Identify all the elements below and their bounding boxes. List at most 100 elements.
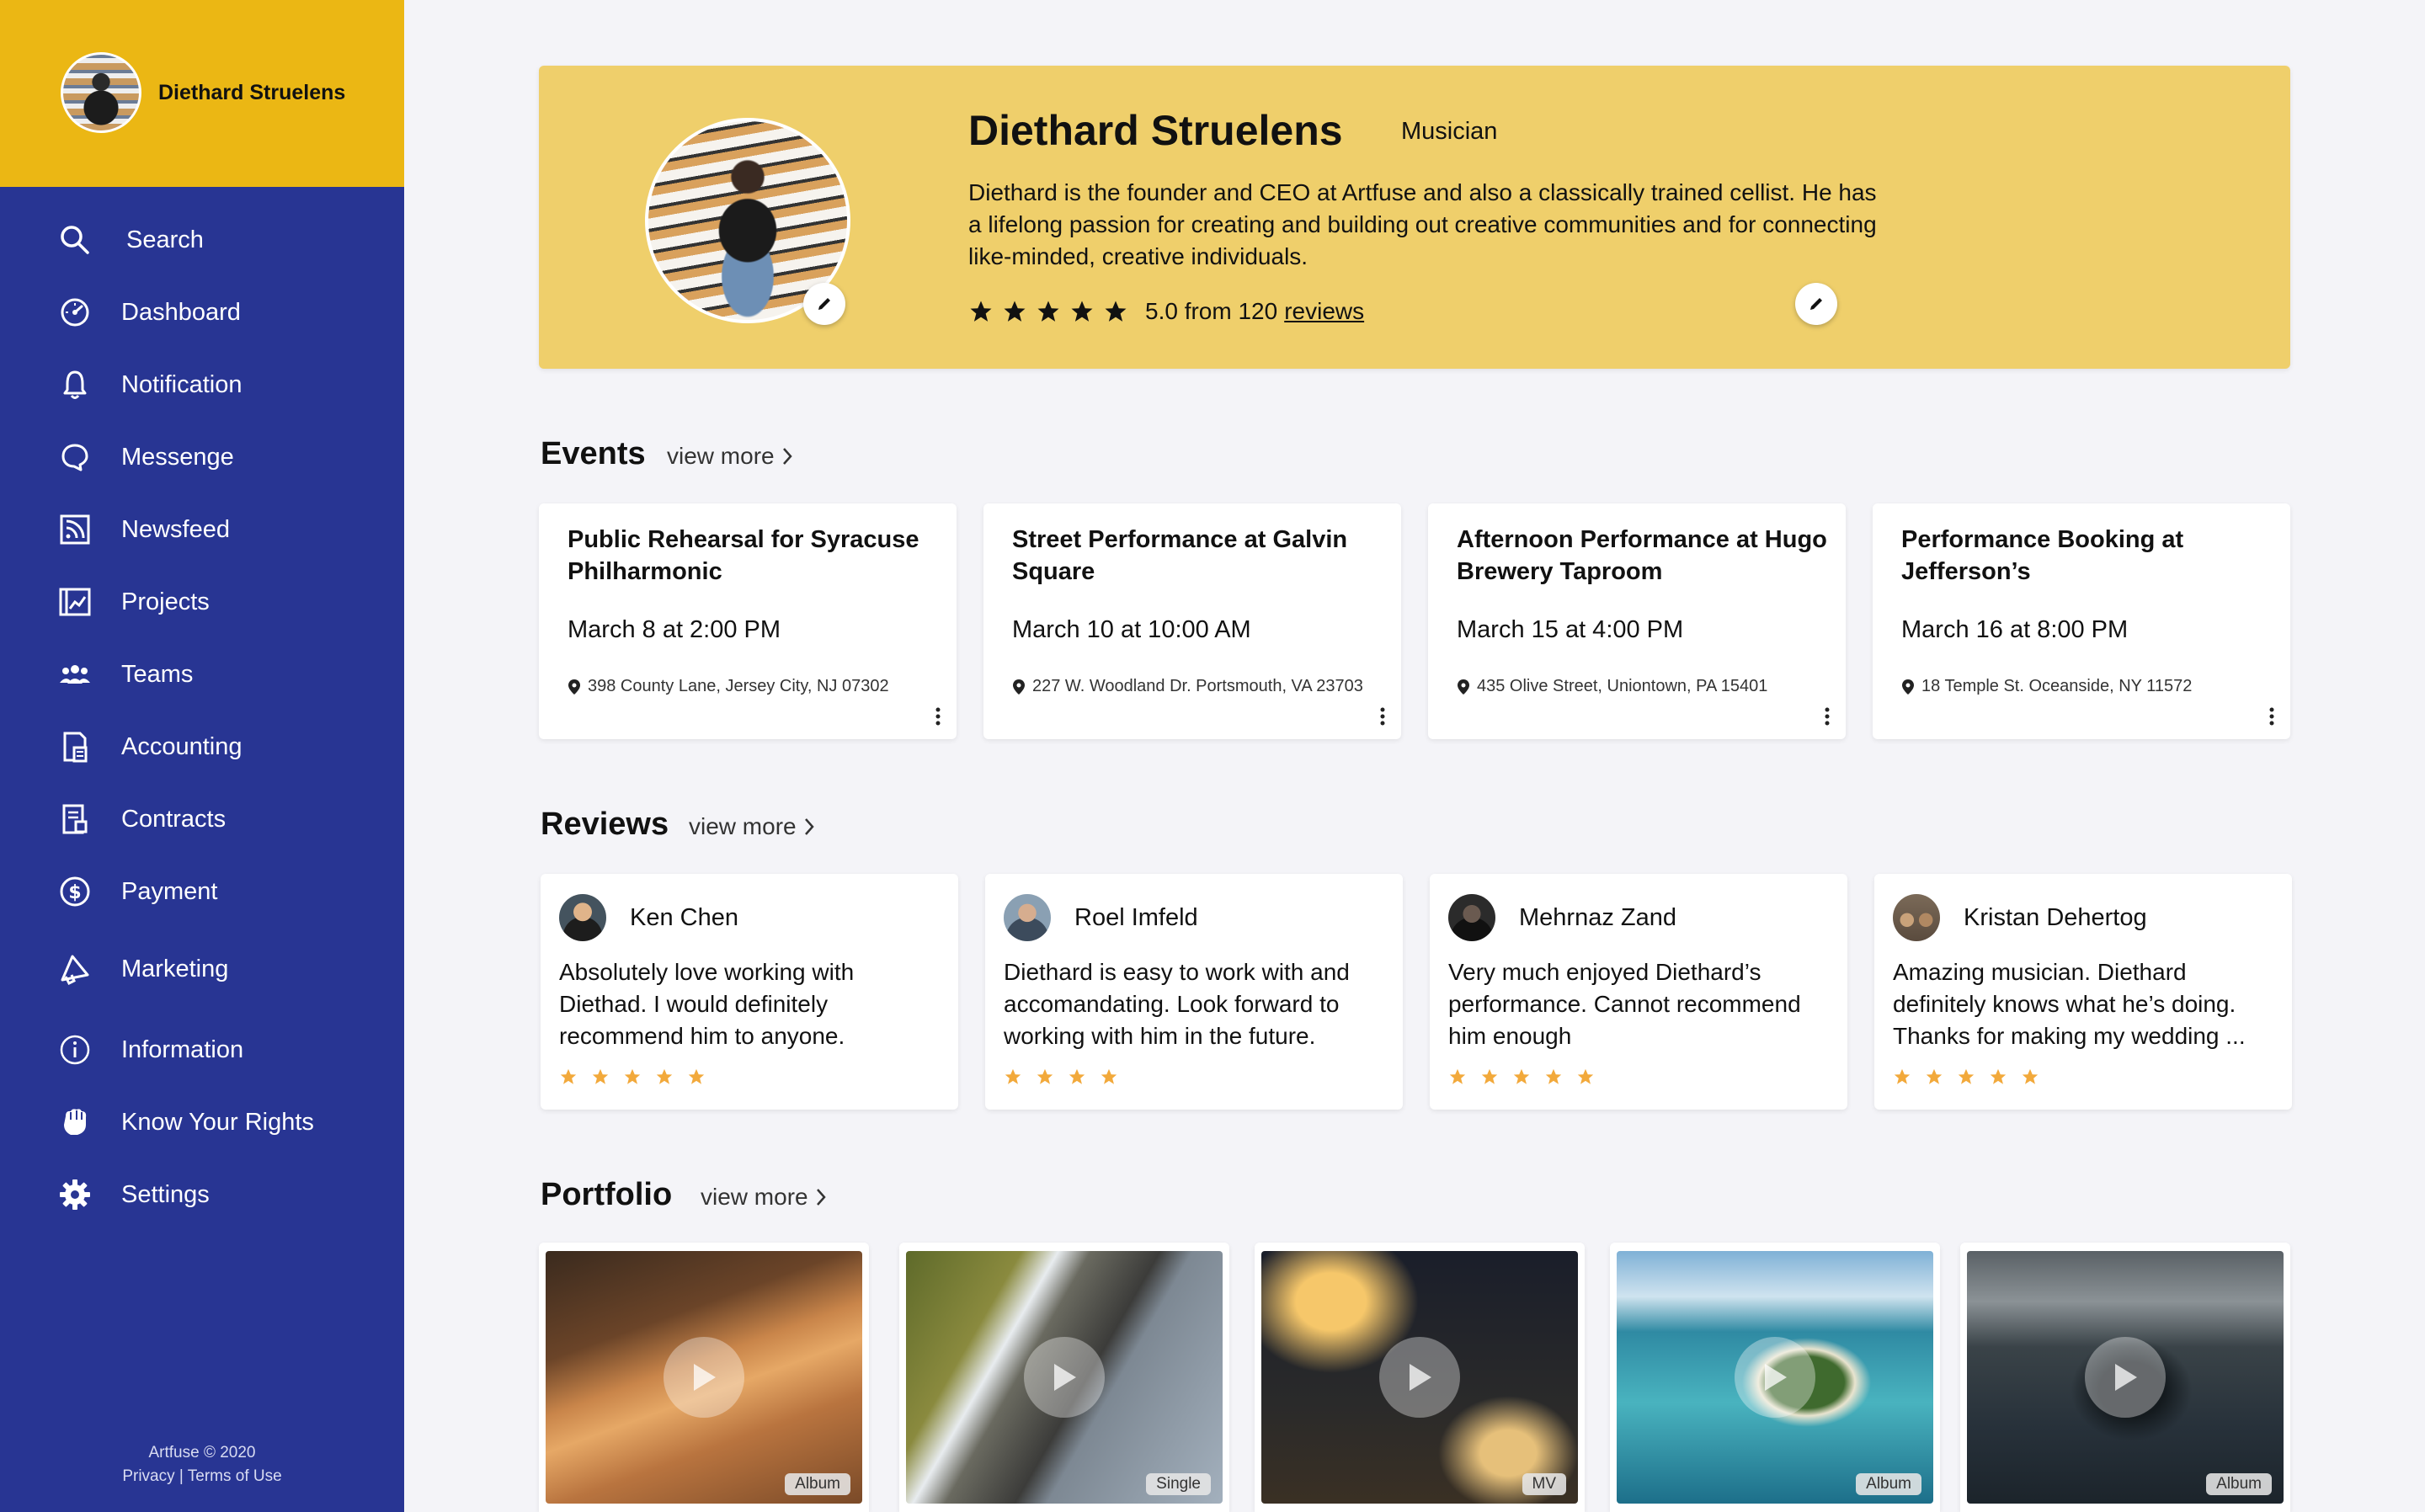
review-text: Absolutely love working with Diethad. I … (559, 959, 855, 1049)
reviewer-avatar (1893, 894, 1940, 941)
play-icon (2115, 1364, 2137, 1391)
star-icon (1958, 1068, 1975, 1084)
chevron-right-icon (816, 1189, 826, 1206)
profile-name: Diethard Struelens (968, 107, 1343, 154)
review-card[interactable]: Kristan Dehertog Amazing musician. Dieth… (1874, 874, 2292, 1110)
sidebar-item-payment[interactable]: $ Payment (0, 862, 404, 921)
play-icon (1054, 1364, 1076, 1391)
sidebar-item-accounting[interactable]: Accounting (0, 717, 404, 776)
star-icon (1071, 301, 1093, 322)
gear-icon (60, 1179, 90, 1210)
bell-icon (63, 370, 87, 399)
event-date: March 8 at 2:00 PM (568, 616, 781, 643)
portfolio-item[interactable]: MV (1255, 1243, 1585, 1512)
play-icon (1410, 1364, 1431, 1391)
play-button[interactable] (1735, 1337, 1815, 1418)
dashboard-icon (61, 298, 89, 327)
portfolio-title: Portfolio (541, 1177, 673, 1212)
reviews-title: Reviews (541, 807, 669, 842)
media-type-badge: Album (1856, 1473, 1921, 1495)
event-card[interactable]: Performance Booking at Jefferson’s March… (1873, 503, 2290, 739)
sidebar-item-settings[interactable]: Settings (0, 1165, 404, 1224)
sidebar: Diethard Struelens Search Dashboard Noti… (0, 0, 404, 1512)
sidebar-item-label: Payment (121, 877, 218, 905)
event-card[interactable]: Afternoon Performance at Hugo Brewery Ta… (1428, 503, 1846, 739)
star-icon (1990, 1068, 2007, 1084)
location-pin-icon (1902, 679, 1914, 695)
events-view-more[interactable]: view more (667, 443, 793, 470)
more-vertical-icon[interactable] (1378, 705, 1388, 727)
sidebar-item-projects[interactable]: Projects (0, 572, 404, 631)
star-icon (1577, 1068, 1594, 1084)
sidebar-item-label: Projects (121, 588, 210, 615)
chevron-right-icon (804, 818, 814, 835)
star-icon (624, 1068, 641, 1084)
profile-bio: Diethard is the founder and CEO at Artfu… (968, 179, 1877, 269)
sidebar-item-teams[interactable]: Teams (0, 645, 404, 704)
review-card[interactable]: Roel Imfeld Diethard is easy to work wit… (985, 874, 1403, 1110)
sidebar-item-label: Accounting (121, 732, 242, 760)
sidebar-item-search[interactable]: Search (0, 210, 404, 269)
star-icon (1005, 1068, 1021, 1084)
event-card[interactable]: Public Rehearsal for Syracuse Philharmon… (539, 503, 957, 739)
terms-link[interactable]: Terms of Use (188, 1467, 282, 1485)
star-icon (2022, 1068, 2039, 1084)
event-location-text: 227 W. Woodland Dr. Portsmouth, VA 23703 (1032, 677, 1363, 695)
media-type-badge: Album (2206, 1473, 2272, 1495)
teams-icon (60, 665, 90, 684)
footer-links: Privacy | Terms of Use (0, 1465, 404, 1488)
sidebar-item-label: Contracts (121, 805, 227, 833)
reviews-view-more[interactable]: view more (689, 813, 815, 840)
event-location-text: 398 County Lane, Jersey City, NJ 07302 (588, 677, 889, 695)
sidebar-item-information[interactable]: Information (0, 1020, 404, 1079)
sidebar-item-label: Teams (121, 660, 194, 688)
rating-text: 5.0 from 120 (1145, 298, 1278, 324)
sidebar-item-newsfeed[interactable]: Newsfeed (0, 500, 404, 559)
sidebar-item-marketing[interactable]: Marketing (0, 940, 404, 998)
star-icon (592, 1068, 609, 1084)
sidebar-item-dashboard[interactable]: Dashboard (0, 283, 404, 342)
sidebar-item-messenge[interactable]: Messenge (0, 428, 404, 487)
megaphone-icon (61, 955, 89, 986)
sidebar-item-label: Dashboard (121, 298, 241, 326)
review-card[interactable]: Ken Chen Absolutely love working with Di… (541, 874, 958, 1110)
review-stars (1004, 1067, 1118, 1086)
star-icon (1037, 1068, 1053, 1084)
sidebar-item-label: Settings (121, 1180, 210, 1208)
more-vertical-icon[interactable] (2267, 705, 2277, 727)
star-icon (1926, 1068, 1943, 1084)
sidebar-item-know-your-rights[interactable]: Know Your Rights (0, 1093, 404, 1152)
portfolio-item[interactable]: Album (1610, 1243, 1940, 1512)
avatar[interactable] (61, 52, 141, 133)
more-vertical-icon[interactable] (1822, 705, 1832, 727)
play-button[interactable] (664, 1337, 744, 1418)
star-icon (1449, 1068, 1466, 1084)
portfolio-item[interactable]: Single (899, 1243, 1229, 1512)
play-button[interactable] (1024, 1337, 1105, 1418)
privacy-link[interactable]: Privacy (122, 1467, 174, 1485)
reviews-link[interactable]: reviews (1284, 298, 1364, 325)
sidebar-item-label: Messenge (121, 443, 234, 471)
play-button[interactable] (1379, 1337, 1460, 1418)
event-title: Public Rehearsal for Syracuse Philharmon… (568, 526, 919, 585)
portfolio-item[interactable]: Album (1960, 1243, 2290, 1512)
sidebar-item-contracts[interactable]: Contracts (0, 790, 404, 849)
edit-photo-button[interactable] (803, 283, 845, 325)
sidebar-item-notification[interactable]: Notification (0, 355, 404, 414)
play-button[interactable] (2085, 1337, 2166, 1418)
review-text: Very much enjoyed Diethard’s performance… (1448, 959, 1801, 1049)
sidebar-profile-header[interactable]: Diethard Struelens (0, 0, 404, 187)
event-card[interactable]: Street Performance at Galvin Square Marc… (983, 503, 1401, 739)
profile-card: Diethard Struelens Musician Diethard is … (539, 66, 2290, 369)
review-card[interactable]: Mehrnaz Zand Very much enjoyed Diethard’… (1430, 874, 1847, 1110)
more-vertical-icon[interactable] (933, 705, 943, 727)
portfolio-view-more[interactable]: view more (701, 1184, 827, 1211)
sidebar-item-label: Newsfeed (121, 515, 230, 543)
star-icon (1037, 301, 1059, 322)
star-icon (1894, 1068, 1911, 1084)
rss-feed-icon (60, 514, 90, 545)
edit-bio-button[interactable] (1795, 283, 1837, 325)
portfolio-item[interactable]: Album (539, 1243, 869, 1512)
sidebar-item-label: Information (121, 1036, 244, 1063)
star-icon (560, 1068, 577, 1084)
